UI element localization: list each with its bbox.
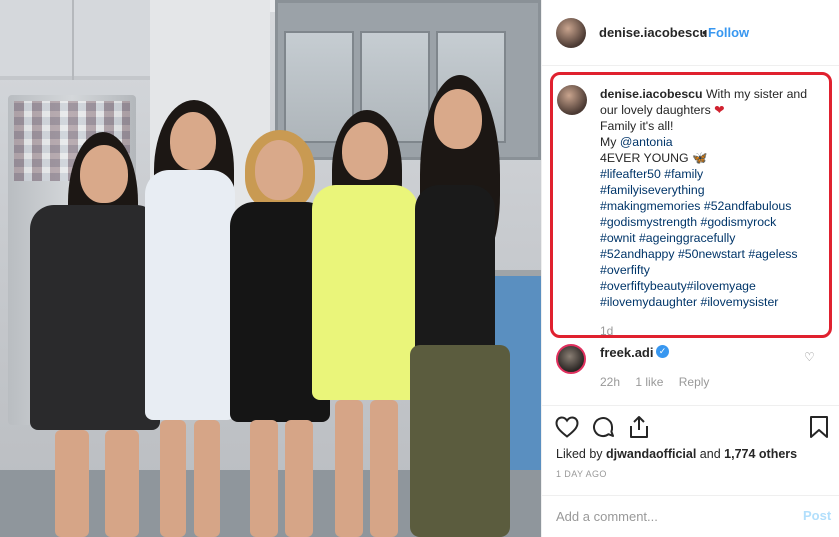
- butterfly-emoji-icon: 🦋: [692, 151, 708, 165]
- comment-meta: 22h 1 like Reply: [600, 375, 721, 389]
- person-camo-pants: [410, 345, 510, 537]
- post-comment-button[interactable]: Post: [803, 508, 831, 523]
- caption-text: With my sister and: [705, 87, 808, 101]
- post-date[interactable]: 1 DAY AGO: [556, 469, 607, 479]
- mention-link[interactable]: @antonia: [620, 135, 673, 149]
- liked-by-text: Liked by djwandaofficial and 1,774 other…: [556, 447, 797, 461]
- hashtag-line[interactable]: #overfifty: [600, 262, 824, 278]
- person-leg: [250, 420, 278, 537]
- follow-button[interactable]: Follow: [708, 25, 749, 40]
- liked-by-prefix: Liked by: [556, 447, 607, 461]
- caption-line-4: My @antonia: [600, 134, 824, 150]
- person-5: [400, 75, 530, 537]
- person-face: [255, 140, 303, 200]
- person-leg: [335, 400, 363, 537]
- person-face: [80, 145, 128, 203]
- hashtag-line[interactable]: #ilovemydaughter #ilovemysister: [600, 294, 824, 310]
- caption-line-1: denise.iacobescu With my sister and: [600, 86, 824, 102]
- caption-text: My: [600, 135, 620, 149]
- comment-icon: [593, 417, 614, 438]
- person-leg: [370, 400, 398, 537]
- caption: denise.iacobescu With my sister and our …: [600, 86, 824, 338]
- heart-emoji-icon: ❤: [714, 103, 725, 117]
- reply-button[interactable]: Reply: [679, 375, 710, 389]
- post-header: denise.iacobescu • Follow: [542, 0, 839, 66]
- hashtag-line[interactable]: #overfiftybeauty#ilovemyage: [600, 278, 824, 294]
- hashtag-line[interactable]: #52andhappy #50newstart #ageless: [600, 246, 824, 262]
- person-leg: [55, 430, 89, 537]
- hashtag-line[interactable]: #familyiseverything: [600, 182, 824, 198]
- comment-input[interactable]: [556, 505, 786, 527]
- hashtag-line[interactable]: #lifeafter50 #family: [600, 166, 824, 182]
- comment-button[interactable]: [590, 414, 616, 440]
- person-shirt: [145, 170, 235, 420]
- person-leg: [194, 420, 220, 537]
- comment-like-heart-icon[interactable]: ♡: [804, 350, 815, 364]
- person-leg: [105, 430, 139, 537]
- person-face: [342, 122, 388, 180]
- comment-time[interactable]: 22h: [600, 375, 620, 389]
- photo-upper-cabinet: [0, 0, 150, 80]
- liked-by-middle: and: [696, 447, 725, 461]
- share-icon: [630, 416, 648, 438]
- verified-badge-icon: ✓: [656, 345, 669, 358]
- add-comment-bar: Post: [542, 495, 839, 537]
- person-top: [415, 185, 495, 355]
- person-face: [434, 89, 482, 149]
- post-photo[interactable]: [0, 0, 541, 537]
- header-username[interactable]: denise.iacobescu: [599, 25, 707, 40]
- caption-line-2: our lovely daughters ❤: [600, 102, 824, 118]
- post-side-panel: denise.iacobescu • Follow denise.iacobes…: [541, 0, 839, 537]
- caption-text: our lovely daughters: [600, 103, 711, 117]
- person-leg: [160, 420, 186, 537]
- person-leg: [285, 420, 313, 537]
- comment-username[interactable]: freek.adi: [600, 345, 653, 360]
- caption-avatar[interactable]: [557, 85, 587, 115]
- caption-timestamp[interactable]: 1d: [600, 323, 613, 339]
- caption-line-5: 4EVER YOUNG 🦋: [600, 150, 824, 166]
- share-button[interactable]: [626, 414, 652, 440]
- like-button[interactable]: [554, 414, 580, 440]
- person-face: [170, 112, 216, 170]
- bookmark-icon: [810, 416, 828, 438]
- caption-text: 4EVER YOUNG: [600, 151, 689, 165]
- caption-line-3: Family it's all!: [600, 119, 674, 133]
- hashtag-line[interactable]: #godismystrength #godismyrock: [600, 214, 824, 230]
- liked-by-user[interactable]: djwandaofficial: [606, 447, 696, 461]
- comment-avatar[interactable]: [556, 344, 586, 374]
- header-avatar[interactable]: [556, 18, 586, 48]
- hashtag-line[interactable]: #ownit #ageinggracefully: [600, 230, 824, 246]
- comment-item: freek.adi ✓ ♡ 22h 1 like Reply: [542, 340, 839, 396]
- post-actions: Liked by djwandaofficial and 1,774 other…: [542, 405, 839, 495]
- liked-by-count[interactable]: 1,774 others: [724, 447, 797, 461]
- caption-username[interactable]: denise.iacobescu: [600, 87, 703, 101]
- save-button[interactable]: [806, 414, 832, 440]
- hashtag-line[interactable]: #makingmemories #52andfabulous: [600, 198, 824, 214]
- heart-icon: [555, 416, 579, 438]
- comment-like-count[interactable]: 1 like: [635, 375, 663, 389]
- header-separator: •: [702, 25, 707, 40]
